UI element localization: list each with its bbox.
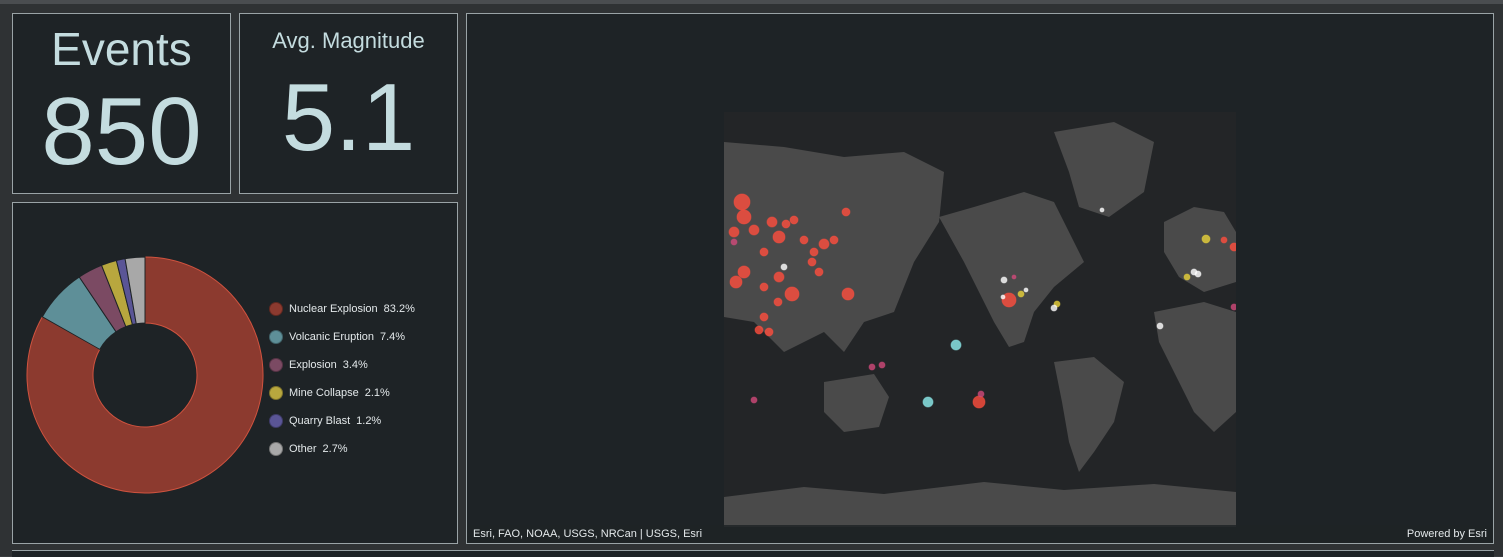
legend-percent: 2.7% xyxy=(322,443,348,455)
event-point-nuclear[interactable] xyxy=(736,209,752,225)
legend-label: Other xyxy=(289,443,317,455)
event-point-explosion[interactable] xyxy=(1230,303,1236,311)
event-point-volcanic[interactable] xyxy=(950,339,962,351)
world-map[interactable] xyxy=(724,112,1236,527)
legend-label: Explosion xyxy=(289,359,337,371)
event-point-mine[interactable] xyxy=(1183,273,1191,281)
pie-legend: Nuclear Explosion 83.2% Volcanic Eruption 7… xyxy=(269,295,415,463)
event-point-mine[interactable] xyxy=(1017,290,1025,298)
event-point-explosion[interactable] xyxy=(868,363,876,371)
event-point-nuclear[interactable] xyxy=(729,275,743,289)
event-point-mine[interactable] xyxy=(1201,234,1211,244)
event-point-other[interactable] xyxy=(1000,276,1008,284)
powered-by-esri[interactable]: Powered by Esri xyxy=(1407,528,1487,540)
legend-swatch xyxy=(269,442,283,456)
legend-item-other[interactable]: Other 2.7% xyxy=(269,435,415,463)
event-point-nuclear[interactable] xyxy=(784,286,800,302)
event-point-explosion[interactable] xyxy=(750,396,758,404)
event-point-nuclear[interactable] xyxy=(754,325,764,335)
event-point-explosion[interactable] xyxy=(878,361,886,369)
event-point-other[interactable] xyxy=(1050,304,1058,312)
legend-item-volcanic-eruption[interactable]: Volcanic Eruption 7.4% xyxy=(269,323,415,351)
event-point-nuclear[interactable] xyxy=(772,230,786,244)
legend-label: Volcanic Eruption xyxy=(289,331,374,343)
event-point-nuclear[interactable] xyxy=(841,287,855,301)
legend-item-mine-collapse[interactable]: Mine Collapse 2.1% xyxy=(269,379,415,407)
event-point-nuclear[interactable] xyxy=(809,247,819,257)
event-point-other[interactable] xyxy=(1000,294,1006,300)
land-antarctica xyxy=(724,482,1236,527)
event-point-other[interactable] xyxy=(1156,322,1164,330)
event-point-explosion[interactable] xyxy=(1011,274,1017,280)
event-point-volcanic[interactable] xyxy=(922,396,934,408)
event-point-nuclear[interactable] xyxy=(737,265,751,279)
event-point-nuclear[interactable] xyxy=(759,282,769,292)
map-attribution: Esri, FAO, NOAA, USGS, NRCan | USGS, Esr… xyxy=(473,528,703,540)
avg-magnitude-value: 5.1 xyxy=(281,64,416,171)
map-panel[interactable]: Esri, FAO, NOAA, USGS, NRCan | USGS, Esr… xyxy=(466,13,1494,544)
avg-magnitude-title: Avg. Magnitude xyxy=(272,28,425,53)
event-point-nuclear[interactable] xyxy=(759,312,769,322)
event-point-nuclear[interactable] xyxy=(789,215,799,225)
event-point-nuclear[interactable] xyxy=(1229,242,1236,252)
event-point-nuclear[interactable] xyxy=(773,297,783,307)
event-point-nuclear[interactable] xyxy=(728,226,740,238)
event-point-other[interactable] xyxy=(1023,287,1029,293)
legend-label: Nuclear Explosion xyxy=(289,303,378,315)
legend-swatch xyxy=(269,414,283,428)
event-point-other[interactable] xyxy=(1099,207,1105,213)
event-point-nuclear[interactable] xyxy=(841,207,851,217)
legend-percent: 2.1% xyxy=(364,387,390,399)
event-point-nuclear[interactable] xyxy=(829,235,839,245)
map-canvas[interactable] xyxy=(724,112,1236,527)
event-point-nuclear[interactable] xyxy=(766,216,778,228)
event-point-nuclear[interactable] xyxy=(773,271,785,283)
legend-percent: 83.2% xyxy=(383,303,415,315)
event-point-nuclear[interactable] xyxy=(807,257,817,267)
events-title: Events xyxy=(51,23,192,75)
legend-swatch xyxy=(269,330,283,344)
events-indicator[interactable]: Events 850 xyxy=(12,13,231,194)
events-value: 850 xyxy=(41,78,202,185)
event-point-nuclear[interactable] xyxy=(799,235,809,245)
avg-magnitude-indicator[interactable]: Avg. Magnitude 5.1 xyxy=(239,13,458,194)
event-point-other[interactable] xyxy=(1194,270,1202,278)
event-point-nuclear[interactable] xyxy=(1220,236,1228,244)
event-point-nuclear[interactable] xyxy=(733,193,751,211)
legend-percent: 1.2% xyxy=(356,415,382,427)
event-point-explosion[interactable] xyxy=(977,390,985,398)
event-point-nuclear[interactable] xyxy=(814,267,824,277)
event-type-pie-chart-panel: Nuclear Explosion 83.2% Volcanic Eruption 7… xyxy=(12,202,458,544)
legend-item-quarry-blast[interactable]: Quarry Blast 1.2% xyxy=(269,407,415,435)
event-point-nuclear[interactable] xyxy=(764,327,774,337)
legend-label: Mine Collapse xyxy=(289,387,359,399)
event-point-nuclear[interactable] xyxy=(818,238,830,250)
legend-percent: 7.4% xyxy=(380,331,406,343)
pie-chart[interactable] xyxy=(25,255,265,495)
event-point-nuclear[interactable] xyxy=(972,395,986,409)
event-point-nuclear[interactable] xyxy=(759,247,769,257)
event-point-nuclear[interactable] xyxy=(781,219,791,229)
legend-label: Quarry Blast xyxy=(289,415,351,427)
event-point-nuclear[interactable] xyxy=(748,224,760,236)
event-point-other[interactable] xyxy=(780,263,788,271)
legend-percent: 3.4% xyxy=(342,359,368,371)
legend-item-explosion[interactable]: Explosion 3.4% xyxy=(269,351,415,379)
top-bar xyxy=(0,0,1503,4)
legend-swatch xyxy=(269,302,283,316)
legend-item-nuclear-explosion[interactable]: Nuclear Explosion 83.2% xyxy=(269,295,415,323)
dashboard: Events 850 Avg. Magnitude 5.1 Nuclear Ex… xyxy=(0,0,1503,557)
event-point-explosion[interactable] xyxy=(730,238,738,246)
legend-swatch xyxy=(269,358,283,372)
legend-swatch xyxy=(269,386,283,400)
